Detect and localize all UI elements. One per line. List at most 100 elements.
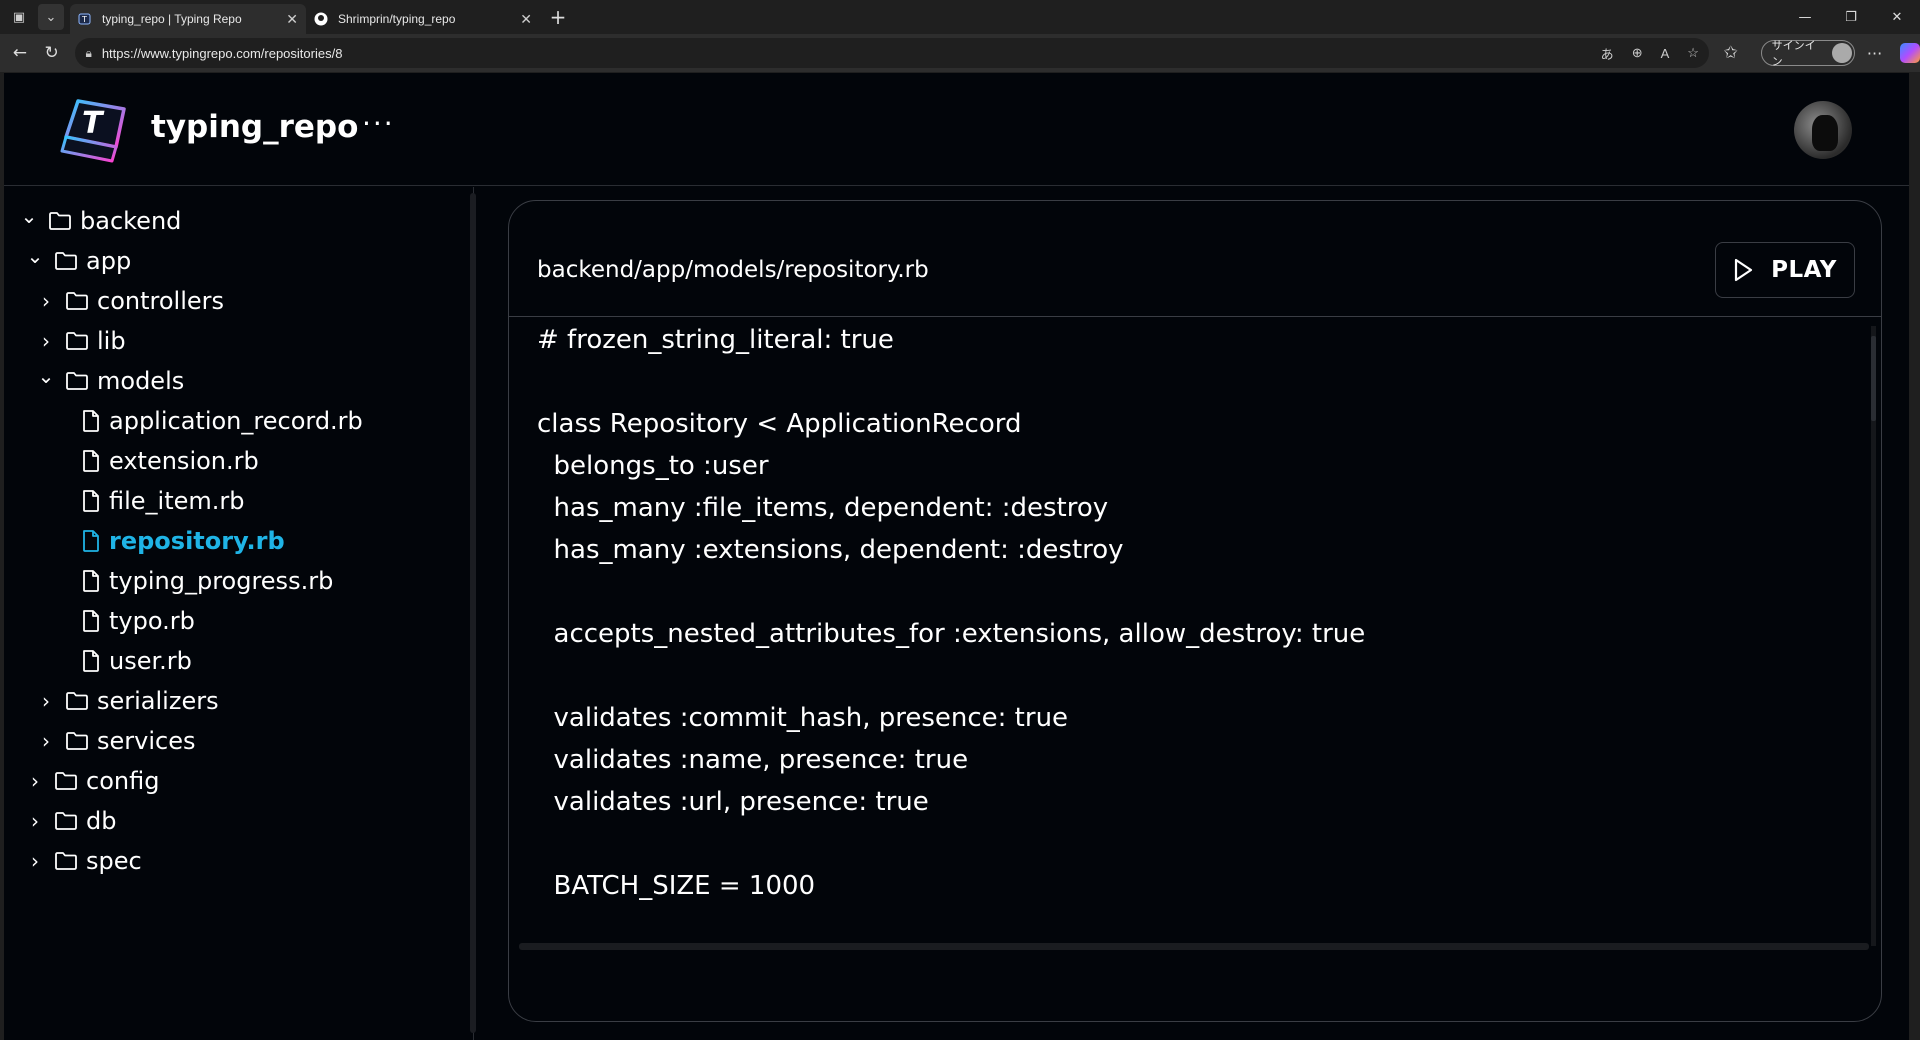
tree-item-label: services bbox=[97, 727, 196, 755]
folder-icon bbox=[65, 731, 89, 751]
tree-folder[interactable]: › serializers bbox=[35, 681, 219, 721]
file-path: backend/app/models/repository.rb bbox=[537, 257, 929, 283]
svg-text:T: T bbox=[81, 15, 87, 24]
tree-folder[interactable]: › services bbox=[35, 721, 195, 761]
chevron-down-icon[interactable]: ⌄ bbox=[35, 364, 57, 388]
signin-button[interactable]: サインイン bbox=[1760, 40, 1855, 68]
browser-toolbar: ← ↻ 🔒︎ https://www.typingrepo.com/reposi… bbox=[0, 34, 1920, 72]
folder-icon bbox=[65, 331, 89, 351]
browser-tab-strip: ▣ ⌄ T typing_repo | Typing Repo ✕ Shrimp… bbox=[0, 0, 1920, 34]
close-tab-icon[interactable]: ✕ bbox=[520, 11, 532, 28]
file-icon bbox=[81, 649, 101, 673]
browser-tab[interactable]: Shrimprin/typing_repo ✕ bbox=[306, 4, 540, 34]
window-controls: — ❐ ✕ bbox=[1782, 0, 1920, 34]
code-content: # frozen_string_literal: true class Repo… bbox=[537, 325, 1366, 901]
chevron-right-icon[interactable]: › bbox=[35, 689, 57, 713]
typing-repo-logo-icon[interactable]: T bbox=[60, 95, 134, 165]
tree-item-label: typo.rb bbox=[109, 607, 195, 635]
browser-tab-active[interactable]: T typing_repo | Typing Repo ✕ bbox=[70, 4, 306, 34]
tree-file[interactable]: typing_progress.rb bbox=[81, 561, 333, 601]
tree-folder[interactable]: › config bbox=[24, 761, 159, 801]
restore-icon[interactable]: ❐ bbox=[1828, 0, 1874, 34]
file-icon bbox=[81, 609, 101, 633]
tree-file[interactable]: application_record.rb bbox=[81, 401, 363, 441]
lock-icon[interactable]: 🔒︎ bbox=[85, 46, 91, 61]
file-tree-sidebar: ⌄ backend ⌄ app › controllers › lib ⌄ models appli… bbox=[4, 187, 476, 1040]
folder-icon bbox=[65, 371, 89, 391]
chevron-right-icon[interactable]: › bbox=[35, 329, 57, 353]
signin-label: サインイン bbox=[1771, 40, 1816, 68]
minimize-icon[interactable]: — bbox=[1782, 0, 1828, 34]
code-horizontal-scrollbar[interactable] bbox=[519, 943, 1869, 950]
folder-icon bbox=[54, 851, 78, 871]
tree-item-label: db bbox=[86, 807, 117, 835]
close-tab-icon[interactable]: ✕ bbox=[286, 11, 298, 28]
chevron-down-icon[interactable]: ⌄ bbox=[18, 204, 40, 228]
read-aloud-icon[interactable]: A bbox=[1661, 46, 1670, 61]
tree-folder[interactable]: › controllers bbox=[35, 281, 224, 321]
folder-icon bbox=[65, 291, 89, 311]
tree-item-label: extension.rb bbox=[109, 447, 259, 475]
tree-file[interactable]: user.rb bbox=[81, 641, 192, 681]
user-avatar[interactable] bbox=[1794, 101, 1852, 159]
chevron-right-icon[interactable]: › bbox=[24, 809, 46, 833]
url-text: https://www.typingrepo.com/repositories/… bbox=[101, 45, 343, 61]
tree-item-label: models bbox=[97, 367, 185, 395]
folder-icon bbox=[48, 211, 72, 231]
more-options-button[interactable]: ··· bbox=[362, 107, 395, 140]
play-label: PLAY bbox=[1771, 257, 1837, 283]
favorite-star-icon[interactable]: ☆ bbox=[1687, 45, 1699, 61]
code-vertical-scrollbar[interactable] bbox=[1871, 326, 1876, 946]
typing-repo-favicon: T bbox=[78, 12, 92, 26]
workspaces-icon[interactable]: ▣ bbox=[6, 4, 32, 30]
tree-item-label: config bbox=[86, 767, 160, 795]
panel-divider bbox=[509, 316, 1881, 317]
address-bar[interactable]: 🔒︎ https://www.typingrepo.com/repositori… bbox=[75, 38, 1709, 68]
tree-file[interactable]: typo.rb bbox=[81, 601, 195, 641]
app-brand-title[interactable]: typing_repo bbox=[151, 109, 358, 145]
sidebar-scrollbar[interactable] bbox=[470, 193, 476, 1033]
chevron-right-icon[interactable]: › bbox=[24, 769, 46, 793]
chevron-down-icon[interactable]: ⌄ bbox=[24, 244, 46, 268]
profile-avatar-icon bbox=[1832, 43, 1852, 63]
tree-item-label: lib bbox=[97, 327, 126, 355]
back-icon[interactable]: ← bbox=[4, 38, 36, 68]
translate-icon[interactable]: あ bbox=[1601, 44, 1614, 63]
tab-actions-chevron-icon[interactable]: ⌄ bbox=[38, 4, 64, 30]
file-icon bbox=[81, 449, 101, 473]
copilot-icon[interactable] bbox=[1900, 43, 1920, 63]
zoom-icon[interactable]: ⊕ bbox=[1632, 45, 1643, 61]
new-tab-button[interactable]: + bbox=[544, 3, 572, 31]
chevron-right-icon[interactable]: › bbox=[24, 849, 46, 873]
tree-folder[interactable]: › spec bbox=[24, 841, 142, 881]
favorites-icon[interactable]: ✩ bbox=[1715, 38, 1747, 68]
tab-title: typing_repo | Typing Repo bbox=[102, 12, 242, 26]
tree-item-label: user.rb bbox=[109, 647, 192, 675]
tree-item-label: file_item.rb bbox=[109, 487, 245, 515]
play-button[interactable]: PLAY bbox=[1715, 242, 1855, 298]
tree-folder[interactable]: ⌄ models bbox=[35, 361, 185, 401]
tree-file[interactable]: extension.rb bbox=[81, 441, 259, 481]
tree-file[interactable]: file_item.rb bbox=[81, 481, 245, 521]
tree-item-label: spec bbox=[86, 847, 142, 875]
tree-folder[interactable]: ⌄ app bbox=[24, 241, 132, 281]
github-icon bbox=[314, 12, 328, 26]
refresh-icon[interactable]: ↻ bbox=[36, 38, 68, 68]
close-window-icon[interactable]: ✕ bbox=[1874, 0, 1920, 34]
web-page: T typing_repo ··· ⌄ backend ⌄ app › controlle… bbox=[4, 73, 1909, 1040]
tree-item-label: serializers bbox=[97, 687, 219, 715]
folder-icon bbox=[65, 691, 89, 711]
app-header: T typing_repo ··· bbox=[4, 73, 1909, 186]
tree-file[interactable]: repository.rb bbox=[81, 521, 285, 561]
tree-folder[interactable]: ⌄ backend bbox=[18, 201, 182, 241]
chevron-right-icon[interactable]: › bbox=[35, 289, 57, 313]
tree-folder[interactable]: › lib bbox=[35, 321, 126, 361]
folder-icon bbox=[54, 251, 78, 271]
tree-folder[interactable]: › db bbox=[24, 801, 116, 841]
tree-item-label: backend bbox=[80, 207, 182, 235]
more-menu-icon[interactable]: ··· bbox=[1867, 44, 1882, 63]
folder-icon bbox=[54, 811, 78, 831]
chevron-right-icon[interactable]: › bbox=[35, 729, 57, 753]
tree-item-label: application_record.rb bbox=[109, 407, 363, 435]
tree-item-label: repository.rb bbox=[109, 527, 285, 555]
